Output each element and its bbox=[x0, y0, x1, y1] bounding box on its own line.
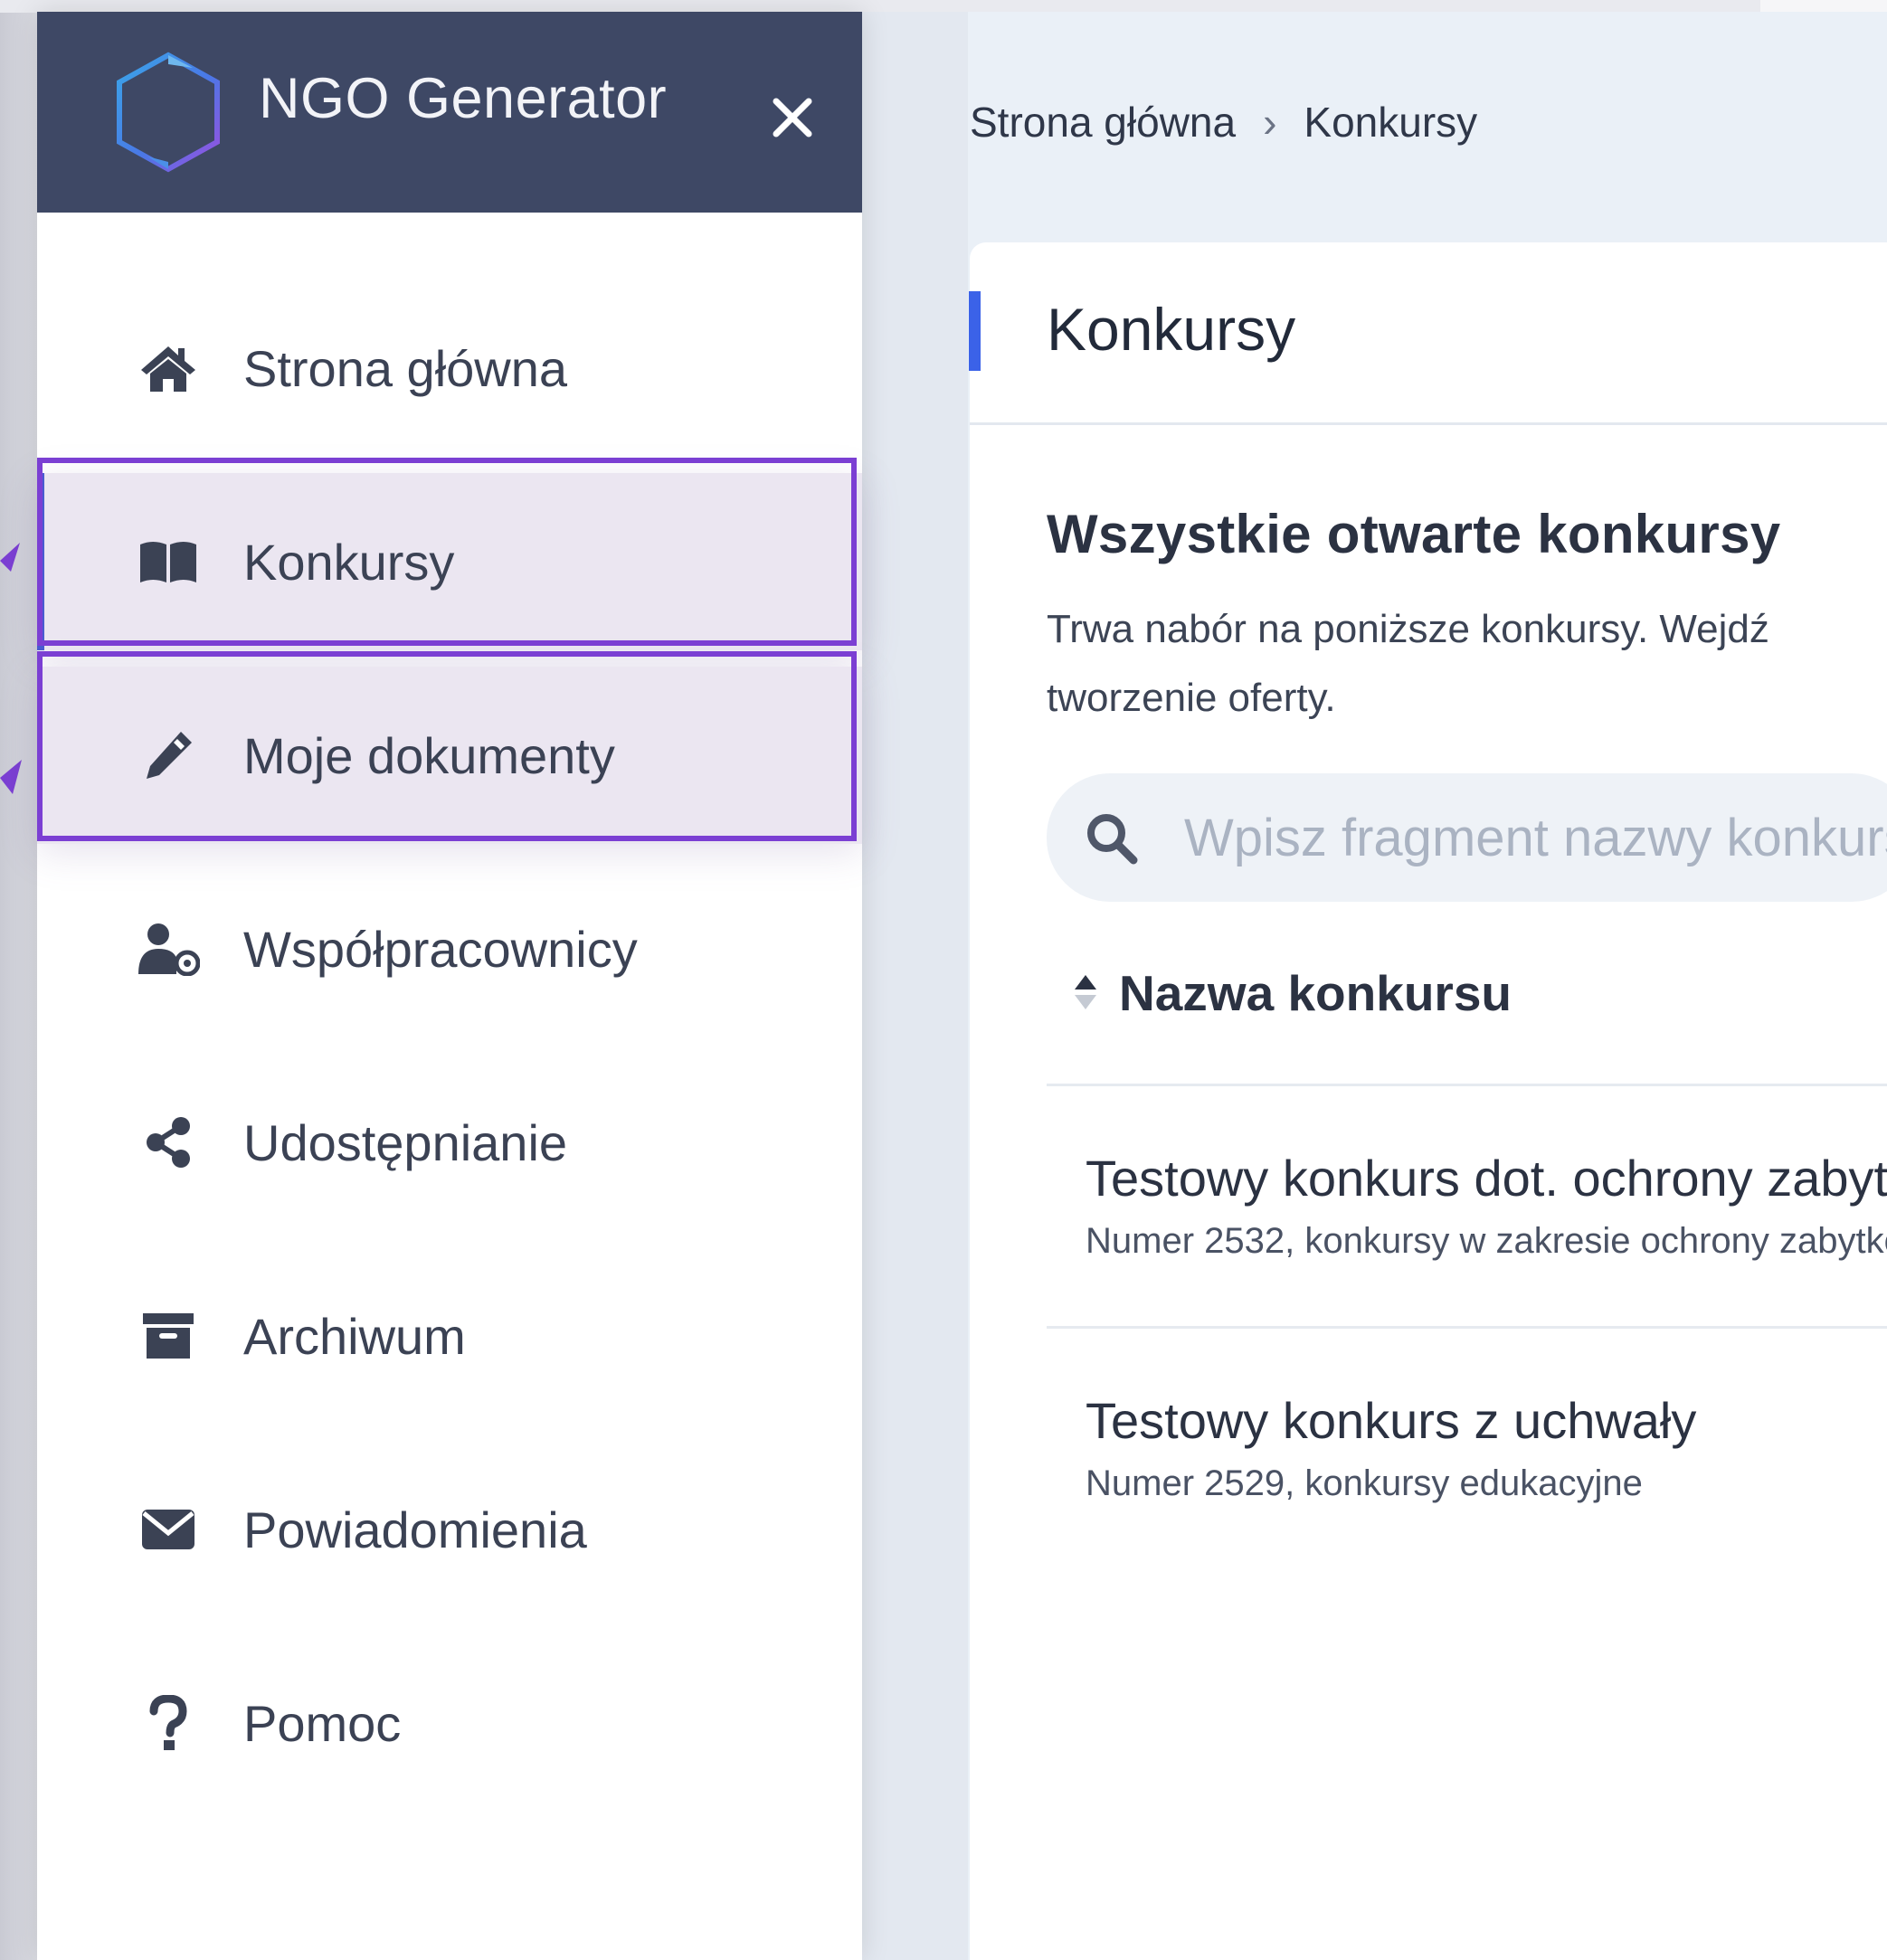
column-header-name[interactable]: Nazwa konkursu bbox=[1119, 964, 1512, 1022]
sidebar-item-help[interactable]: Pomoc bbox=[37, 1634, 862, 1812]
logo-icon bbox=[117, 52, 220, 173]
sidebar-item-label: Archiwum bbox=[243, 1307, 466, 1365]
title-divider bbox=[970, 422, 1887, 425]
annotation-highlight-box bbox=[37, 458, 857, 646]
breadcrumb-current: Konkursy bbox=[1304, 99, 1478, 146]
home-icon bbox=[137, 336, 200, 400]
annotation-arrow-icon bbox=[0, 760, 22, 794]
sort-icon[interactable] bbox=[1074, 971, 1097, 1013]
close-sidebar-button[interactable] bbox=[761, 86, 824, 149]
contest-row[interactable]: Testowy konkurs dot. ochrony zabytków Nu… bbox=[1047, 1113, 1887, 1311]
annotation-arrows bbox=[0, 543, 22, 794]
search-icon bbox=[1087, 814, 1138, 865]
row-divider bbox=[1047, 1084, 1887, 1086]
sidebar-item-label: Udostępnianie bbox=[243, 1113, 568, 1171]
question-icon bbox=[137, 1691, 200, 1755]
sidebar-header: NGO Generator bbox=[37, 12, 862, 213]
sidebar-item-sharing[interactable]: Udostępnianie bbox=[37, 1054, 862, 1231]
contest-subtitle: Numer 2532, konkursy w zakresie ochrony … bbox=[1086, 1221, 1887, 1261]
archive-icon bbox=[137, 1304, 200, 1368]
contest-subtitle: Numer 2529, konkursy edukacyjne bbox=[1086, 1463, 1643, 1503]
top-right-strip bbox=[1760, 0, 1887, 13]
sidebar-item-label: Strona główna bbox=[243, 339, 568, 397]
user-lock-icon bbox=[137, 917, 200, 980]
share-icon bbox=[137, 1111, 200, 1174]
annotation-highlight-box bbox=[37, 651, 857, 841]
search-box[interactable] bbox=[1047, 773, 1887, 902]
sidebar: NGO Generator Strona główna Konkursy Moj… bbox=[37, 12, 862, 1960]
contest-row[interactable]: Testowy konkurs z uchwały Numer 2529, ko… bbox=[1047, 1355, 1887, 1554]
sidebar-item-archive[interactable]: Archiwum bbox=[37, 1247, 862, 1425]
section-title: Wszystkie otwarte konkursy bbox=[1047, 504, 1781, 564]
page-title: Konkursy bbox=[1047, 296, 1296, 363]
section-description-line: Trwa nabór na poniższe konkursy. Wejdź bbox=[1047, 607, 1769, 651]
search-input[interactable] bbox=[1182, 791, 1887, 884]
annotation-arrow-icon bbox=[0, 543, 20, 572]
breadcrumb-separator: › bbox=[1263, 99, 1277, 146]
envelope-icon bbox=[137, 1498, 200, 1561]
contest-title[interactable]: Testowy konkurs dot. ochrony zabytków bbox=[1086, 1149, 1887, 1207]
sidebar-item-home[interactable]: Strona główna bbox=[37, 279, 862, 457]
section-description-line: tworzenie oferty. bbox=[1047, 676, 1336, 720]
app-title: NGO Generator bbox=[259, 67, 668, 130]
breadcrumb: Strona główna › Konkursy bbox=[970, 98, 1477, 147]
section-description: Trwa nabór na poniższe konkursy. Wejdź t… bbox=[1047, 595, 1887, 733]
top-edge bbox=[0, 0, 1887, 13]
close-icon bbox=[773, 98, 812, 137]
breadcrumb-home[interactable]: Strona główna bbox=[970, 99, 1236, 146]
sidebar-item-collaborators[interactable]: Współpracownicy bbox=[37, 860, 862, 1037]
row-divider bbox=[1047, 1326, 1887, 1329]
contest-title[interactable]: Testowy konkurs z uchwały bbox=[1086, 1391, 1696, 1450]
sidebar-item-label: Powiadomienia bbox=[243, 1501, 587, 1558]
content-card bbox=[970, 242, 1887, 1960]
sidebar-item-label: Współpracownicy bbox=[243, 920, 638, 978]
title-accent-bar bbox=[969, 291, 981, 371]
sidebar-item-notifications[interactable]: Powiadomienia bbox=[37, 1441, 862, 1618]
sidebar-item-label: Pomoc bbox=[243, 1694, 402, 1752]
